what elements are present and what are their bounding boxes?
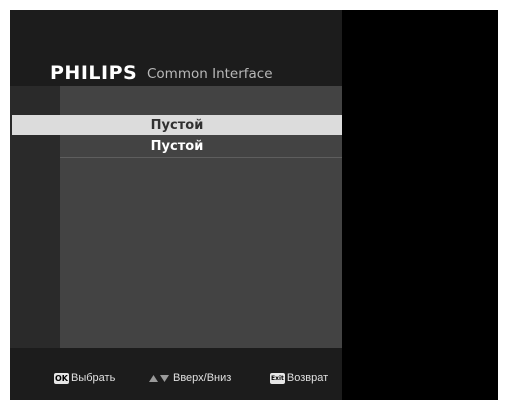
- navigate-hint-label: Вверх/Вниз: [173, 372, 232, 384]
- ci-slot-1-item[interactable]: Пустой: [12, 115, 342, 135]
- tv-screen: PHILIPS Common Interface Пустой Пустой O…: [10, 10, 498, 400]
- select-hint-label: Выбрать: [71, 372, 116, 384]
- ci-slot-1-label: Пустой: [150, 117, 204, 133]
- row-divider: [60, 157, 342, 158]
- select-hint[interactable]: OK Выбрать: [54, 368, 115, 388]
- back-hint-label: Возврат: [286, 372, 329, 384]
- philips-logo: PHILIPS: [50, 62, 138, 84]
- footer-key-hints: OK Выбрать Вверх/Вниз Exit Возврат: [10, 368, 342, 388]
- up-down-arrows-icon: [148, 374, 170, 383]
- back-hint[interactable]: Exit Возврат: [270, 368, 328, 388]
- menu-panel: PHILIPS Common Interface Пустой Пустой O…: [10, 10, 342, 400]
- ci-slot-2-item[interactable]: Пустой: [12, 136, 342, 156]
- menu-title: Common Interface: [147, 66, 273, 82]
- navigate-hint[interactable]: Вверх/Вниз: [148, 368, 231, 388]
- exit-key-icon: Exit: [270, 372, 285, 384]
- ci-slot-2-label: Пустой: [150, 138, 204, 154]
- ok-key-icon: OK: [54, 372, 69, 384]
